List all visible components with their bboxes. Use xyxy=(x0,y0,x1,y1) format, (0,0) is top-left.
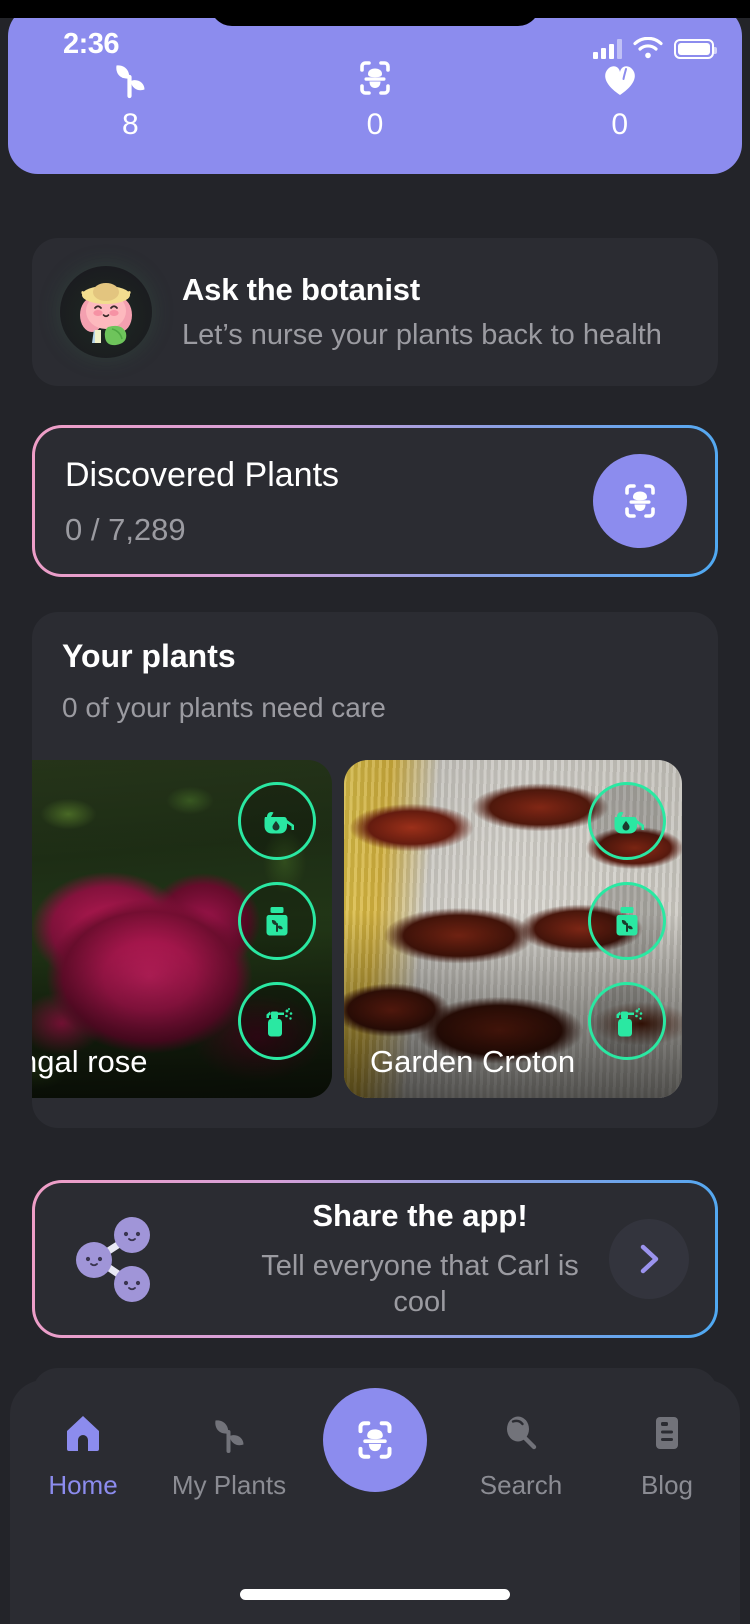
share-subtitle: Tell everyone that Carl is cool xyxy=(261,1249,579,1318)
water-button[interactable] xyxy=(588,782,666,860)
care-actions xyxy=(588,782,666,1060)
scan-button[interactable] xyxy=(593,454,687,548)
mist-button[interactable] xyxy=(588,982,666,1060)
home-icon xyxy=(57,1402,109,1464)
favorites-count-value: 0 xyxy=(611,108,629,141)
share-app-card[interactable]: Share the app! Tell everyone that Carl i… xyxy=(32,1180,718,1338)
chevron-right-icon xyxy=(632,1240,666,1278)
scan-fab-button[interactable] xyxy=(323,1388,427,1492)
plant-tile[interactable]: Garden Croton xyxy=(344,760,682,1098)
share-go-button[interactable] xyxy=(609,1219,689,1299)
seedling-icon xyxy=(104,54,156,102)
article-icon xyxy=(641,1402,693,1464)
seedling-icon xyxy=(203,1402,255,1464)
plant-carousel[interactable]: ngal rose Garden Croton xyxy=(32,760,718,1100)
your-plants-title: Your plants xyxy=(62,638,236,674)
plants-count-value: 8 xyxy=(121,108,139,141)
botanist-avatar xyxy=(60,266,152,358)
spray-bottle-icon xyxy=(255,999,299,1043)
plant-name: ngal rose xyxy=(32,1044,148,1079)
nav-label-blog: Blog xyxy=(640,1470,694,1500)
discovered-plants-progress: 0 / 7,289 xyxy=(65,512,186,547)
app-header: 2:36 8 0 0 xyxy=(8,6,742,174)
fertilizer-bottle-icon xyxy=(605,899,649,943)
water-button[interactable] xyxy=(238,782,316,860)
scans-count-value: 0 xyxy=(366,108,384,141)
watering-can-icon xyxy=(605,799,649,843)
heart-icon xyxy=(594,54,646,102)
scans-count-stat[interactable]: 0 xyxy=(253,54,498,142)
scan-leaf-icon xyxy=(346,1411,404,1469)
header-stats: 8 0 0 xyxy=(8,54,742,142)
magnifier-icon xyxy=(495,1402,547,1464)
botanist-title: Ask the botanist xyxy=(182,272,420,307)
watering-can-icon xyxy=(255,799,299,843)
nav-label-my-plants: My Plants xyxy=(171,1470,287,1500)
nav-item-search[interactable]: Search xyxy=(448,1402,594,1532)
spray-bottle-icon xyxy=(605,999,649,1043)
plant-name: Garden Croton xyxy=(370,1044,576,1079)
fertilize-button[interactable] xyxy=(588,882,666,960)
ask-botanist-card[interactable]: Ask the botanist Let’s nurse your plants… xyxy=(32,238,718,386)
scan-leaf-icon xyxy=(614,475,666,527)
plant-tile[interactable]: ngal rose xyxy=(32,760,332,1098)
fertilize-button[interactable] xyxy=(238,882,316,960)
app-screen: 2:36 8 0 0 Ask the botanist Let’s nurse … xyxy=(0,0,750,1624)
nav-item-home[interactable]: Home xyxy=(10,1402,156,1532)
scan-leaf-icon xyxy=(349,54,401,102)
nav-item-blog[interactable]: Blog xyxy=(594,1402,740,1532)
botanist-text: Ask the botanist Let’s nurse your plants… xyxy=(182,272,662,352)
care-actions xyxy=(238,782,316,1060)
mist-button[interactable] xyxy=(238,982,316,1060)
home-indicator[interactable] xyxy=(240,1589,510,1600)
device-notch xyxy=(210,0,540,26)
bottom-navigation: Home My Plants Search Blog xyxy=(10,1380,740,1624)
share-network-icon xyxy=(35,1204,195,1314)
discovered-plants-card[interactable]: Discovered Plants 0 / 7,289 xyxy=(32,425,718,577)
your-plants-card: Your plants 0 of your plants need care n… xyxy=(32,612,718,1128)
fertilizer-bottle-icon xyxy=(255,899,299,943)
your-plants-subtitle: 0 of your plants need care xyxy=(62,692,386,723)
nav-label-home: Home xyxy=(48,1470,118,1500)
nav-item-my-plants[interactable]: My Plants xyxy=(156,1402,302,1532)
favorites-count-stat[interactable]: 0 xyxy=(497,54,742,142)
nav-label-search: Search xyxy=(479,1470,563,1500)
share-title: Share the app! xyxy=(312,1197,528,1233)
discovered-plants-title: Discovered Plants xyxy=(65,456,340,494)
plants-count-stat[interactable]: 8 xyxy=(8,54,253,142)
botanist-subtitle: Let’s nurse your plants back to health xyxy=(182,319,662,351)
